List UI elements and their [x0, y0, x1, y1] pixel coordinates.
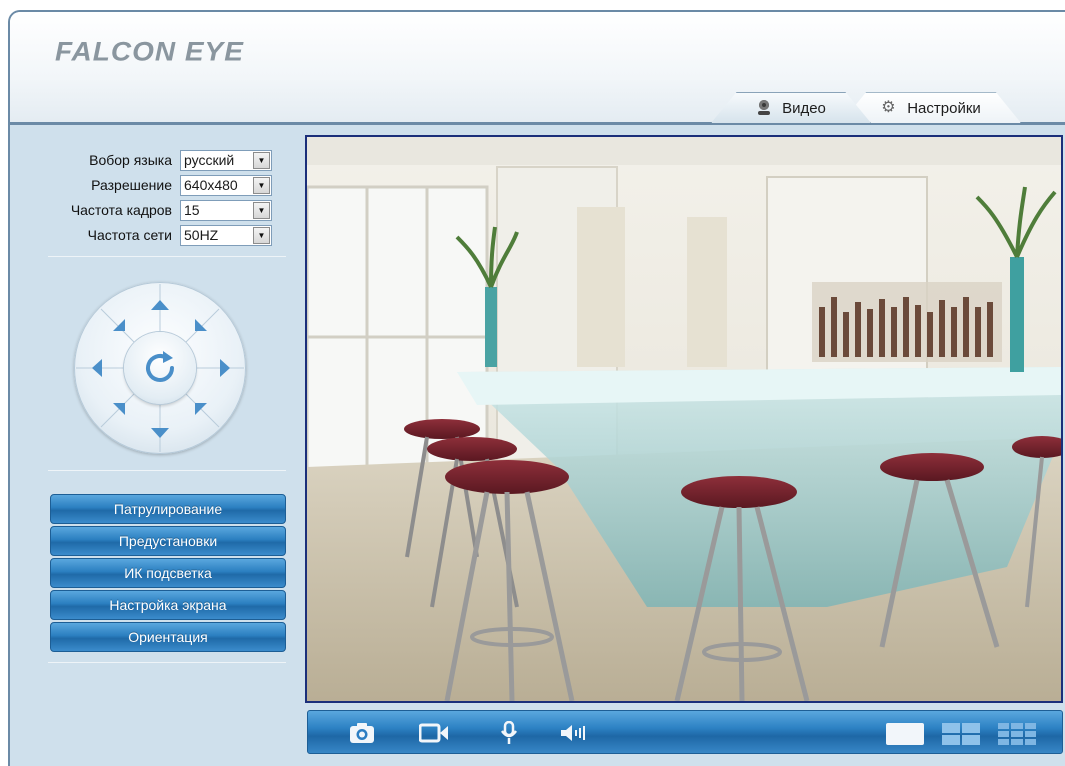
ptz-right-button[interactable]	[212, 355, 238, 381]
language-row: Вобор языка русский ▼	[10, 149, 272, 171]
orientation-label: Ориентация	[128, 629, 208, 645]
ptz-down-left-button[interactable]	[106, 396, 132, 422]
arrow-up-left-icon	[113, 319, 125, 331]
logo: FALCON EYE	[55, 36, 244, 67]
nine-view-cell	[998, 731, 1010, 737]
tab-settings-label: Настройки	[907, 99, 981, 117]
gear-icon: ⚙	[881, 99, 896, 116]
refresh-icon	[146, 351, 174, 382]
nine-view-cell	[1011, 731, 1023, 737]
screen-settings-label: Настройка экрана	[109, 597, 227, 613]
video-viewport[interactable]	[305, 135, 1063, 703]
nine-view-cell	[1011, 723, 1023, 729]
frame-rate-row: Частота кадров 15 ▼	[10, 199, 272, 221]
power-frequency-row: Частота сети 50HZ ▼	[10, 224, 272, 246]
sidebar: Вобор языка русский ▼ Разрешение 640x480…	[10, 122, 300, 766]
power-frequency-select[interactable]: 50HZ ▼	[180, 224, 272, 246]
ptz-up-right-button[interactable]	[188, 312, 214, 338]
header: FALCON EYE ⚙ Настройки Видео	[10, 12, 1065, 123]
camera-feed-image	[307, 137, 1061, 701]
quad-view-cell	[942, 735, 960, 745]
nine-view-cell	[1024, 731, 1036, 737]
presets-button[interactable]: Предустановки	[50, 526, 286, 556]
ptz-left-button[interactable]	[84, 355, 110, 381]
power-frequency-value: 50HZ	[184, 227, 219, 243]
resolution-value: 640x480	[184, 177, 238, 193]
nine-view-cell	[1024, 739, 1036, 745]
video-toolbar	[307, 710, 1063, 754]
arrow-down-left-icon	[113, 403, 125, 415]
chevron-down-icon: ▼	[253, 201, 270, 219]
ir-light-button[interactable]: ИК подсветка	[50, 558, 286, 588]
tab-video-label: Видео	[782, 99, 826, 117]
chevron-down-icon: ▼	[253, 176, 270, 194]
patrol-button[interactable]: Патрулирование	[50, 494, 286, 524]
language-label: Вобор языка	[89, 152, 172, 168]
speaker-icon	[561, 725, 585, 741]
language-select[interactable]: русский ▼	[180, 149, 272, 171]
webcam-icon	[756, 100, 772, 116]
arrow-up-right-icon	[195, 319, 207, 331]
ptz-auto-rotate-button[interactable]	[124, 332, 196, 404]
quad-view-cell	[962, 735, 980, 745]
resolution-row: Разрешение 640x480 ▼	[10, 174, 272, 196]
divider	[48, 470, 286, 471]
quad-view-button[interactable]	[942, 723, 980, 745]
camera-snapshot-icon	[350, 723, 374, 743]
divider	[48, 256, 286, 257]
snapshot-button[interactable]	[346, 719, 378, 747]
chevron-down-icon: ▼	[253, 151, 270, 169]
ptz-up-button[interactable]	[147, 292, 173, 318]
tab-bar: ⚙ Настройки Видео	[711, 92, 1041, 123]
main-content: Вобор языка русский ▼ Разрешение 640x480…	[10, 122, 1065, 766]
arrow-right-icon	[220, 359, 230, 377]
record-video-icon	[419, 723, 448, 743]
ptz-control	[74, 282, 246, 454]
microphone-button[interactable]	[493, 719, 525, 747]
nine-view-cell	[1011, 739, 1023, 745]
frame-rate-value: 15	[184, 202, 200, 218]
frame-rate-label: Частота кадров	[70, 202, 172, 218]
ptz-down-right-button[interactable]	[188, 396, 214, 422]
chevron-down-icon: ▼	[253, 226, 270, 244]
speaker-button[interactable]	[556, 719, 588, 747]
ptz-up-left-button[interactable]	[106, 312, 132, 338]
nine-view-cell	[998, 723, 1010, 729]
resolution-select[interactable]: 640x480 ▼	[180, 174, 272, 196]
power-frequency-label: Частота сети	[87, 227, 172, 243]
divider	[48, 662, 286, 663]
tab-settings[interactable]: ⚙ Настройки	[841, 92, 1021, 123]
arrow-down-icon	[151, 428, 169, 438]
ir-light-label: ИК подсветка	[124, 565, 212, 581]
record-button[interactable]	[418, 719, 450, 747]
language-value: русский	[184, 152, 235, 168]
arrow-up-icon	[151, 300, 169, 310]
microphone-icon	[500, 721, 518, 744]
nine-view-cell	[1024, 723, 1036, 729]
frame-rate-select[interactable]: 15 ▼	[180, 199, 272, 221]
tab-video[interactable]: Видео	[711, 92, 871, 123]
screen-settings-button[interactable]: Настройка экрана	[50, 590, 286, 620]
arrow-down-right-icon	[195, 403, 207, 415]
patrol-label: Патрулирование	[113, 501, 223, 517]
app-frame: FALCON EYE ⚙ Настройки Видео Вобор языка…	[8, 10, 1065, 766]
single-view-button[interactable]	[886, 723, 924, 745]
orientation-button[interactable]: Ориентация	[50, 622, 286, 652]
quad-view-cell	[962, 723, 980, 733]
resolution-label: Разрешение	[91, 177, 172, 193]
quad-view-cell	[942, 723, 960, 733]
nine-view-button[interactable]	[998, 723, 1036, 745]
nine-view-cell	[998, 739, 1010, 745]
arrow-left-icon	[92, 359, 102, 377]
ptz-down-button[interactable]	[147, 420, 173, 446]
presets-label: Предустановки	[118, 533, 218, 549]
